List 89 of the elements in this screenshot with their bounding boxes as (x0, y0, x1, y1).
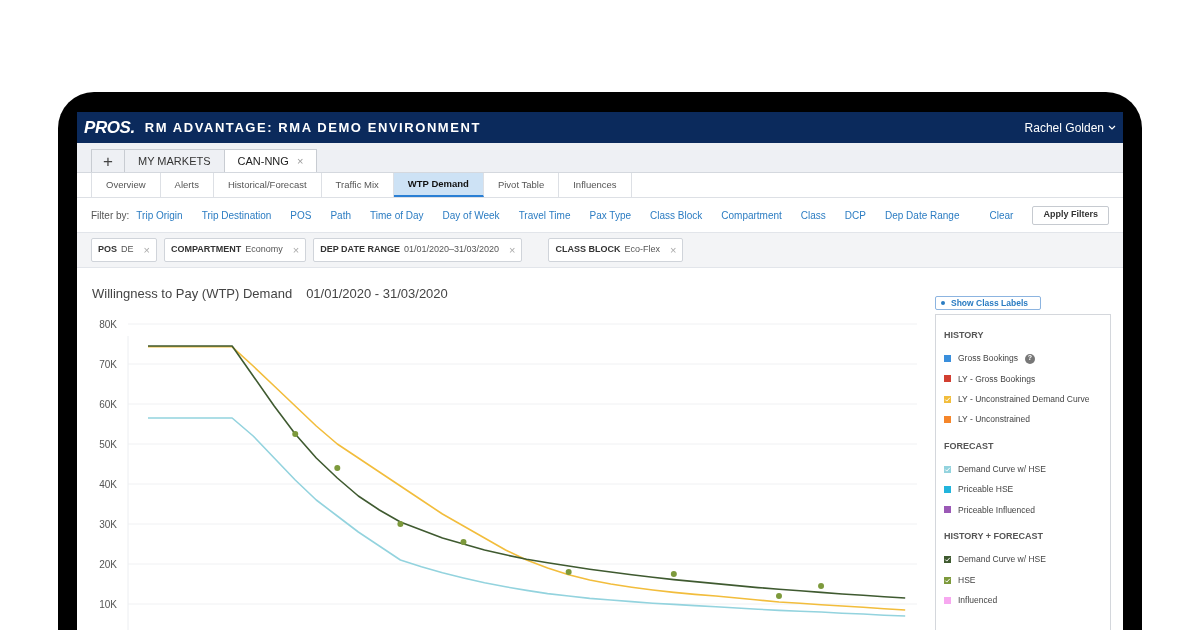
add-tab-button[interactable]: + (91, 149, 125, 172)
view-tab[interactable]: Influences (559, 173, 632, 197)
show-class-labels-button[interactable]: Show Class Labels (935, 296, 1041, 310)
apply-filters-button[interactable]: Apply Filters (1032, 205, 1109, 225)
legend-swatch[interactable] (944, 506, 951, 514)
filter-link[interactable]: Day of Week (442, 207, 500, 223)
y-tick-label: 30K (99, 519, 117, 530)
chip-value: Economy (245, 243, 283, 257)
filter-chip[interactable]: COMPARTMENT Economy × (163, 238, 307, 262)
view-tab[interactable]: Pivot Table (483, 173, 560, 197)
legend-label: LY - Unconstrained (958, 413, 1030, 426)
legend-label: HSE (958, 573, 976, 587)
point (565, 569, 572, 575)
point (460, 539, 467, 545)
y-tick-label: 50K (99, 439, 117, 450)
legend-heading: HISTORY + FORECAST (944, 530, 1045, 544)
view-tab[interactable]: Alerts (160, 173, 214, 197)
chart-title: Willingness to Pay (WTP) Demand (92, 285, 293, 303)
close-icon[interactable]: × (296, 152, 304, 170)
point (292, 431, 299, 437)
filter-link[interactable]: Pax Type (589, 207, 631, 223)
filter-link[interactable]: Class (800, 207, 826, 223)
point (775, 593, 782, 599)
filter-chip[interactable]: DEP DATE RANGE 01/01/2020–31/03/2020 × (313, 238, 523, 262)
filter-link[interactable]: Trip Origin (136, 207, 183, 223)
legend-swatch[interactable] (944, 355, 951, 363)
filter-label: Filter by: (91, 208, 130, 223)
view-tab[interactable]: Traffic Mix (321, 173, 394, 197)
legend-checkbox[interactable] (944, 395, 951, 403)
chip-label: COMPARTMENT (170, 243, 242, 257)
filter-link[interactable]: DCP (844, 207, 866, 223)
filter-link[interactable]: Trip Destination (201, 207, 272, 223)
legend-checkbox[interactable] (944, 556, 951, 564)
legend-swatch[interactable] (944, 375, 951, 383)
point (397, 521, 404, 527)
legend-label: Demand Curve w/ HSE (958, 553, 1046, 567)
legend-label: Influenced (958, 593, 998, 607)
user-menu[interactable]: Rachel Golden (1024, 118, 1116, 137)
remove-icon[interactable]: × (292, 241, 300, 259)
y-tick-label: 70K (99, 359, 117, 370)
chevron-down-icon (1108, 124, 1116, 131)
remove-icon[interactable]: × (670, 241, 677, 259)
remove-icon[interactable]: × (143, 241, 150, 259)
y-tick-label: 20K (99, 559, 117, 570)
logo: PROS. (84, 116, 135, 139)
legend-checkbox[interactable] (944, 465, 951, 473)
legend-swatch[interactable] (944, 596, 951, 604)
point (670, 571, 677, 577)
workspace-tab[interactable]: MY MARKETS (125, 149, 225, 172)
legend-label: Gross Bookings (958, 352, 1018, 365)
legend-heading: HISTORY (944, 329, 985, 342)
point (818, 583, 825, 589)
filter-link[interactable]: Travel Time (518, 207, 571, 223)
filter-chip[interactable]: CLASS BLOCK Eco-Flex × (548, 238, 684, 262)
point (334, 465, 341, 471)
view-tab[interactable]: Overview (91, 173, 161, 197)
y-tick-label: 80K (99, 319, 117, 330)
legend-label: Priceable Influenced (958, 503, 1036, 517)
legend-heading: FORECAST (944, 439, 995, 453)
filter-link[interactable]: Compartment (721, 207, 782, 223)
filter-chip[interactable]: POS DE × (91, 238, 157, 262)
legend-label: Priceable HSE (958, 483, 1014, 496)
filter-link[interactable]: POS (290, 207, 312, 223)
workspace-tab[interactable]: CAN-NNG × (224, 149, 318, 172)
filter-link[interactable]: Path (330, 207, 352, 223)
filter-link[interactable]: Time of Day (370, 207, 424, 223)
y-tick-label: 10K (99, 599, 117, 610)
chip-label: POS (98, 243, 117, 257)
y-tick-label: 60K (99, 399, 117, 410)
chart-date-range: 01/01/2020 - 31/03/2020 (306, 285, 448, 303)
legend-swatch[interactable] (944, 416, 951, 424)
legend-checkbox[interactable] (944, 576, 951, 584)
legend-swatch[interactable] (944, 486, 951, 494)
remove-icon[interactable]: × (509, 241, 516, 259)
filter-link[interactable]: Dep Date Range (885, 207, 960, 223)
app-title: RM ADVANTAGE: RMA DEMO ENVIRONMENT (144, 118, 481, 137)
legend-label: Demand Curve w/ HSE (958, 462, 1046, 476)
legend-label: LY - Unconstrained Demand Curve (958, 392, 1090, 406)
clear-link[interactable]: Clear (989, 207, 1014, 223)
filter-link[interactable]: Class Block (650, 207, 703, 223)
chip-value: 01/01/2020–31/03/2020 (403, 243, 500, 257)
view-tab[interactable]: WTP Demand (393, 173, 484, 197)
view-tab[interactable]: Historical/Forecast (213, 173, 322, 197)
y-tick-label: 40K (99, 479, 117, 490)
chip-label: CLASS BLOCK (555, 243, 621, 257)
legend-label: LY - Gross Bookings (958, 372, 1036, 386)
chip-value: DE (121, 243, 134, 257)
chip-value: Eco-Flex (624, 243, 660, 257)
chip-label: DEP DATE RANGE (320, 243, 400, 257)
